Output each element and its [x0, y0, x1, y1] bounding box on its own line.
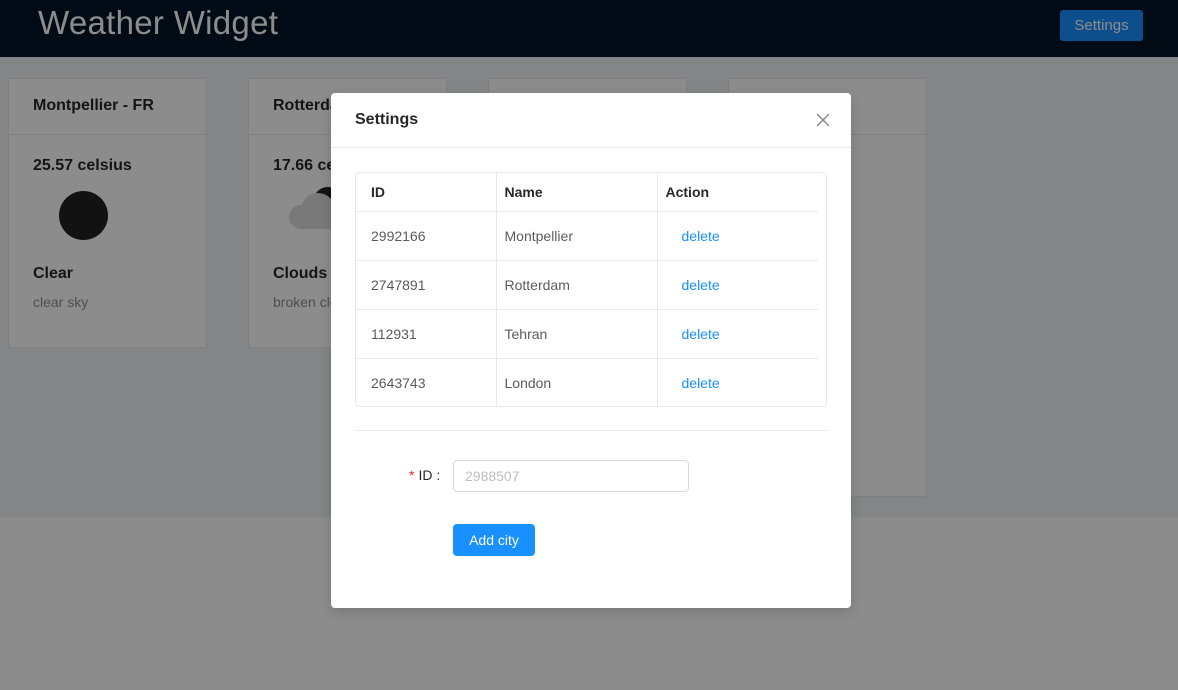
column-header-name: Name	[496, 173, 658, 212]
cell-name: Rotterdam	[496, 260, 658, 310]
table-row: 112931 Tehran delete	[356, 309, 818, 359]
modal-header: Settings	[331, 93, 851, 148]
required-mark: *	[409, 467, 415, 483]
table-row: 2747891 Rotterdam delete	[356, 260, 818, 310]
column-header-action: Action	[657, 173, 818, 212]
column-header-id: ID	[356, 173, 497, 212]
close-icon[interactable]	[815, 112, 831, 128]
delete-link[interactable]: delete	[666, 277, 720, 293]
settings-modal: Settings ID Name Action 2992166 Montpell…	[331, 93, 851, 608]
city-id-input[interactable]	[453, 460, 689, 492]
table-header-row: ID Name Action	[356, 173, 818, 212]
table-row: 2992166 Montpellier delete	[356, 211, 818, 261]
cell-name: London	[496, 358, 658, 406]
cell-id: 2747891	[356, 260, 497, 310]
cell-id: 2643743	[356, 358, 497, 406]
delete-link[interactable]: delete	[666, 228, 720, 244]
cell-name: Tehran	[496, 309, 658, 359]
id-label-text: ID :	[418, 467, 441, 483]
delete-link[interactable]: delete	[666, 326, 720, 342]
cell-name: Montpellier	[496, 211, 658, 261]
form-divider	[355, 430, 827, 431]
table-row: 2643743 London delete	[356, 358, 818, 406]
id-field-label: * ID :	[409, 467, 440, 483]
cell-id: 112931	[356, 309, 497, 359]
cities-table: ID Name Action 2992166 Montpellier delet…	[355, 172, 827, 407]
delete-link[interactable]: delete	[666, 375, 720, 391]
cell-id: 2992166	[356, 211, 497, 261]
modal-title: Settings	[355, 111, 419, 128]
add-city-button[interactable]: Add city	[453, 524, 535, 556]
